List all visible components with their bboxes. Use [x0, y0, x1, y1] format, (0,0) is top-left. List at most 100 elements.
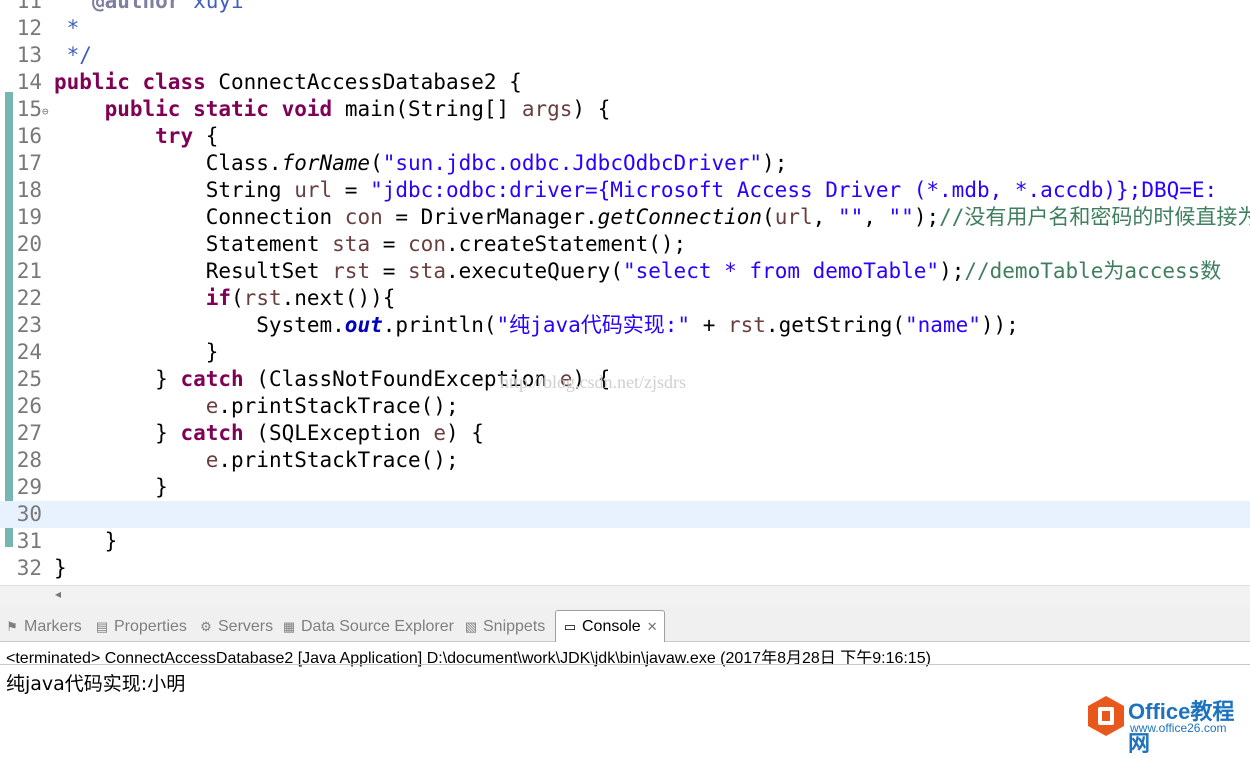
code-line[interactable]: 16 try {	[0, 123, 1250, 150]
tab-markers[interactable]: ⚑ Markers	[4, 614, 82, 640]
bottom-panel: ⚑ Markers ▤ Properties ⚙ Servers ▦ Data Source …	[0, 606, 1250, 745]
code-token: "jdbc:odbc:driver={Microsoft Access Driv…	[370, 178, 1218, 202]
code-token: );	[913, 205, 940, 229]
code-token: ) {	[572, 97, 611, 121]
code-token: getConnection	[597, 205, 763, 229]
code-line[interactable]: 24 }	[0, 339, 1250, 366]
tab-console[interactable]: ▭ Console ✕	[555, 610, 665, 642]
code-token: public	[104, 97, 181, 121]
horizontal-scrollbar[interactable]: ◂	[0, 585, 1250, 607]
line-number: 23	[16, 313, 42, 337]
code-line[interactable]: 17 Class.forName("sun.jdbc.odbc.JdbcOdbc…	[0, 150, 1250, 177]
code-line[interactable]: 15 ⊖ public static void main(String[] arg…	[0, 96, 1250, 123]
code-line[interactable]: 18 String url = "jdbc:odbc:driver={Micro…	[0, 177, 1250, 204]
code-editor[interactable]: 11 @author xuyi 12 * 13 */14 public class C…	[0, 0, 1250, 585]
code-token: }	[54, 367, 181, 391]
code-token: .println(	[382, 313, 497, 337]
code-line[interactable]: 29 }	[0, 474, 1250, 501]
tab-label: Data Source Explorer	[301, 618, 454, 635]
code-token: *	[54, 16, 80, 40]
code-token: out	[344, 313, 383, 337]
code-token: forName	[281, 151, 371, 175]
code-token: rst	[332, 259, 371, 283]
code-token: void	[281, 97, 333, 121]
line-number: 26	[16, 394, 42, 418]
code-text: ResultSet rst = sta.executeQuery("select…	[54, 258, 1222, 285]
code-line[interactable]: 22 if(rst.next()){	[0, 285, 1250, 312]
code-token: "纯java代码实现:"	[496, 313, 691, 337]
code-text: System.out.println("纯java代码实现:" + rst.ge…	[54, 312, 1019, 339]
code-token: static	[193, 97, 269, 121]
code-line[interactable]: 20 Statement sta = con.createStatement()…	[0, 231, 1250, 258]
code-text: */	[54, 42, 92, 69]
code-line[interactable]: 13 */	[0, 42, 1250, 69]
code-text: *	[54, 15, 80, 42]
tab-data-source-explorer[interactable]: ▦ Data Source Explorer	[281, 614, 454, 640]
tab-servers[interactable]: ⚙ Servers	[198, 614, 273, 640]
code-token: e	[205, 394, 219, 418]
code-token: sta	[332, 232, 371, 256]
code-token: System.	[54, 313, 345, 337]
code-token: catch	[180, 421, 244, 445]
line-number: 32	[16, 556, 42, 580]
snippets-icon: ▧	[464, 619, 478, 634]
line-number: 24	[16, 340, 42, 364]
code-line[interactable]: 32}	[0, 555, 1250, 582]
code-token: ,	[812, 205, 838, 229]
code-token: = DriverManager.	[382, 205, 598, 229]
code-line[interactable]: 30	[0, 501, 1250, 528]
code-line[interactable]: 27 } catch (SQLException e) {	[0, 420, 1250, 447]
tab-label: Servers	[218, 618, 274, 635]
tab-properties[interactable]: ▤ Properties	[94, 614, 187, 640]
code-token: }	[54, 529, 118, 553]
code-token: class	[142, 70, 206, 94]
line-number: 30	[16, 502, 42, 526]
code-text: }	[54, 474, 168, 501]
code-text: }	[54, 555, 67, 582]
line-number: 29	[16, 475, 42, 499]
code-token: ResultSet	[54, 259, 333, 283]
console-output[interactable]: 纯java代码实现:小明	[6, 669, 185, 696]
line-number: 21	[16, 259, 42, 283]
code-line[interactable]: 21 ResultSet rst = sta.executeQuery("sel…	[0, 258, 1250, 285]
code-token: rst	[243, 286, 282, 310]
code-text: e.printStackTrace();	[54, 393, 459, 420]
code-line[interactable]: 11 @author xuyi	[0, 0, 1250, 15]
code-token: rst	[727, 313, 766, 337]
code-line[interactable]: 14 public class ConnectAccessDatabase2 {	[0, 69, 1250, 96]
code-line[interactable]: 23 System.out.println("纯java代码实现:" + rst…	[0, 312, 1250, 339]
tab-label: Markers	[24, 618, 82, 635]
line-number: 12	[16, 16, 42, 40]
line-number: 17	[16, 151, 42, 175]
code-text: Class.forName("sun.jdbc.odbc.JdbcOdbcDri…	[54, 150, 788, 177]
code-line[interactable]: 31 }	[0, 528, 1250, 555]
code-token: (SQLException	[243, 421, 434, 445]
code-token: url	[294, 178, 333, 202]
code-token: (	[231, 286, 244, 310]
code-token: "sun.jdbc.odbc.JdbcOdbcDriver"	[382, 151, 763, 175]
tab-snippets[interactable]: ▧ Snippets	[463, 614, 545, 640]
code-token: if	[205, 286, 232, 310]
code-token: =	[332, 178, 371, 202]
close-tab-icon[interactable]: ✕	[647, 619, 658, 635]
code-token: ""	[837, 205, 864, 229]
code-text: public static void main(String[] args) {	[54, 96, 611, 123]
scroll-left-arrow-icon[interactable]: ◂	[55, 587, 61, 601]
code-token: sta	[408, 259, 446, 283]
code-token: );	[762, 151, 788, 175]
code-lines[interactable]: 11 @author xuyi 12 * 13 */14 public class C…	[0, 0, 1250, 582]
code-token: }	[54, 421, 181, 445]
code-line[interactable]: 19 Connection con = DriverManager.getCon…	[0, 204, 1250, 231]
code-text: try {	[54, 123, 218, 150]
code-line[interactable]: 28 e.printStackTrace();	[0, 447, 1250, 474]
code-text: String url = "jdbc:odbc:driver={Microsof…	[54, 177, 1217, 204]
code-token: =	[370, 259, 409, 283]
code-line[interactable]: 26 e.printStackTrace();	[0, 393, 1250, 420]
fold-toggle-icon[interactable]: ⊖	[42, 98, 49, 125]
code-line[interactable]: 12 *	[0, 15, 1250, 42]
